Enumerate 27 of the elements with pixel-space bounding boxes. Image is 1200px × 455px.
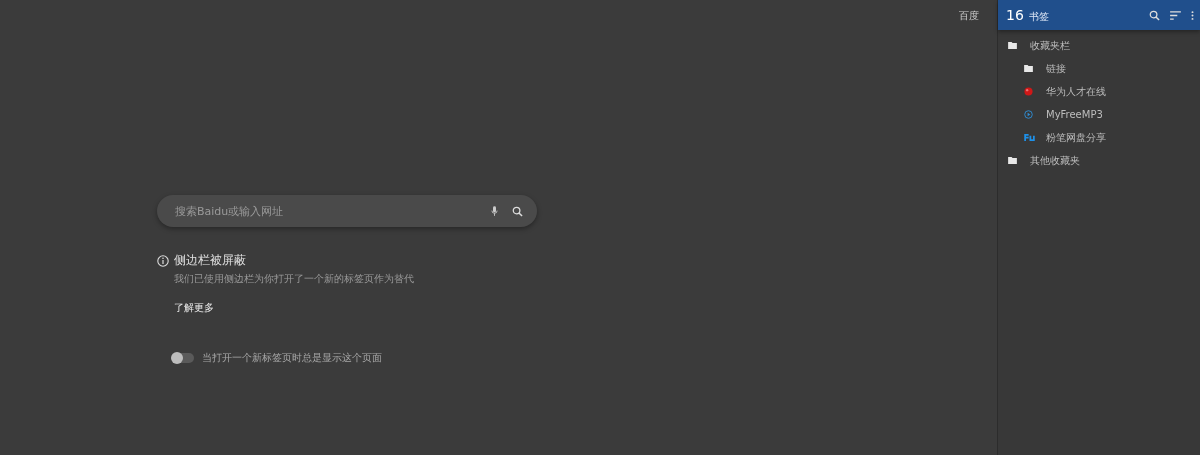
folder-icon xyxy=(1024,65,1033,72)
bookmark-item[interactable]: MyFreeMP3 xyxy=(998,103,1200,126)
folder-icon xyxy=(1008,42,1017,49)
sidebar-title: 书签 xyxy=(1028,9,1049,24)
toggle-label: 当打开一个新标签页时总是显示这个页面 xyxy=(202,351,382,365)
bookmark-item[interactable]: 华为人才在线 xyxy=(998,80,1200,103)
folder-icon xyxy=(1008,157,1017,164)
more-icon[interactable] xyxy=(1191,9,1194,21)
toggle-switch[interactable] xyxy=(172,353,194,363)
logo-icon xyxy=(1024,134,1035,141)
bookmark-item[interactable]: 链接 xyxy=(998,57,1200,80)
search-field[interactable]: 搜索Baidu或输入网址 xyxy=(157,195,537,227)
top-link[interactable]: 百度 xyxy=(959,9,979,29)
search-input[interactable]: 搜索Baidu或输入网址 xyxy=(175,204,477,218)
search-icon[interactable] xyxy=(1149,9,1160,21)
bookmark-item[interactable]: 其他收藏夹 xyxy=(998,149,1200,172)
bookmark-count: 16 xyxy=(1006,7,1024,23)
play-icon xyxy=(1024,110,1033,119)
sort-icon[interactable] xyxy=(1170,10,1181,20)
notice-title: 侧边栏被屏蔽 xyxy=(174,252,246,269)
ball-icon xyxy=(1024,87,1033,96)
bookmark-item[interactable]: 粉笔网盘分享 xyxy=(998,126,1200,149)
info-icon xyxy=(157,254,169,267)
search-icon[interactable] xyxy=(512,205,523,217)
learn-more-link[interactable]: 了解更多 xyxy=(174,301,214,315)
microphone-icon xyxy=(491,205,498,217)
bookmark-item[interactable]: 收藏夹栏 xyxy=(998,34,1200,57)
